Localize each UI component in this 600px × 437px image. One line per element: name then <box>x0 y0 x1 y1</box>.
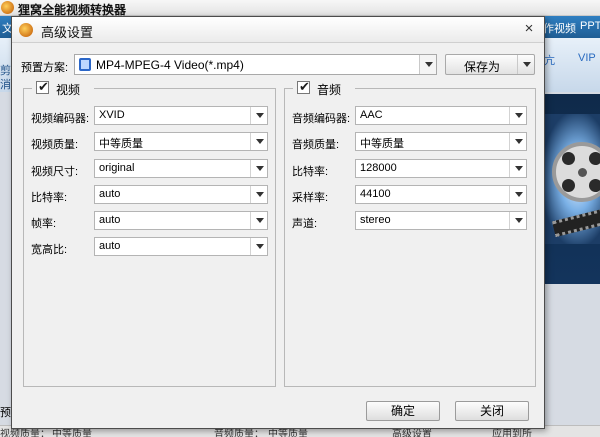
dialog-title: 高级设置 <box>41 25 94 40</box>
save-as-button[interactable]: 保存为 <box>445 54 535 75</box>
audio-bitrate-value: 128000 <box>360 162 397 174</box>
reel-hub <box>578 168 587 177</box>
video-quality-select[interactable]: 中等质量 <box>94 132 268 151</box>
app-titlebar: 狸窝全能视频转换器 <box>0 0 600 17</box>
sample-rate-select[interactable]: 44100 <box>355 185 527 204</box>
video-enable-checkbox[interactable]: ✔ <box>36 79 49 94</box>
chevron-down-icon <box>256 166 264 171</box>
frame-rate-select[interactable]: auto <box>94 211 268 230</box>
aspect-ratio-dropdown-button[interactable] <box>250 238 267 255</box>
preset-select[interactable]: MP4-MPEG-4 Video(*.mp4) <box>74 54 437 75</box>
video-size-select[interactable]: original <box>94 159 268 178</box>
menu-item-ppt[interactable]: PPT <box>580 20 600 32</box>
chevron-down-icon <box>256 139 264 144</box>
check-icon: ✔ <box>38 79 49 94</box>
aspect-ratio-value: auto <box>99 240 121 252</box>
video-group-header[interactable]: ✔ 视频 <box>32 79 94 97</box>
audio-codec-select[interactable]: AAC <box>355 106 527 125</box>
sample-rate-label: 采样率: <box>292 192 329 204</box>
chevron-down-icon <box>523 62 531 67</box>
frame-rate-label: 帧率: <box>31 218 57 230</box>
frame-rate-dropdown-button[interactable] <box>250 212 267 229</box>
reel-hole <box>589 179 600 192</box>
video-size-label: 视频尺寸: <box>31 166 79 178</box>
chevron-down-icon <box>425 62 433 67</box>
video-size-value: original <box>99 162 135 174</box>
video-codec-select[interactable]: XVID <box>94 106 268 125</box>
audio-bitrate-label: 比特率: <box>292 166 329 178</box>
app-logo-icon <box>19 23 33 37</box>
video-codec-label: 视频编码器: <box>31 113 90 125</box>
audio-group-header[interactable]: ✔ 音频 <box>293 79 355 97</box>
audio-codec-dropdown-button[interactable] <box>509 107 526 124</box>
channels-label: 声道: <box>292 218 318 230</box>
save-as-label: 保存为 <box>464 60 501 74</box>
sample-rate-dropdown-button[interactable] <box>509 186 526 203</box>
audio-quality-value: 中等质量 <box>360 138 404 150</box>
chevron-down-icon <box>256 113 264 118</box>
video-settings-group: ✔ 视频 视频编码器: XVID 视频质量: 中等质量 视频尺寸: origin… <box>23 79 276 387</box>
reel-hole <box>589 152 600 165</box>
preview-panel <box>543 94 600 284</box>
video-codec-value: XVID <box>99 109 125 121</box>
audio-bitrate-dropdown-button[interactable] <box>509 160 526 177</box>
check-icon: ✔ <box>299 79 310 94</box>
app-preset-label-partial: 预 <box>0 407 11 419</box>
preset-value: MP4-MPEG-4 Video(*.mp4) <box>96 58 244 72</box>
menu-item-make-video[interactable]: 作视频 <box>543 20 576 36</box>
channels-value: stereo <box>360 214 391 226</box>
ok-button[interactable]: 确定 <box>366 401 440 421</box>
aspect-ratio-label: 宽高比: <box>31 244 68 256</box>
toolbar-link-vip[interactable]: VIP <box>578 52 596 64</box>
chevron-down-icon <box>515 218 523 223</box>
audio-quality-dropdown-button[interactable] <box>509 133 526 150</box>
app-logo-icon <box>1 1 14 14</box>
video-bitrate-label: 比特率: <box>31 192 68 204</box>
chevron-down-icon <box>256 218 264 223</box>
chevron-down-icon <box>256 192 264 197</box>
audio-bitrate-select[interactable]: 128000 <box>355 159 527 178</box>
video-quality-label: 视频质量: <box>31 139 79 151</box>
sample-rate-value: 44100 <box>360 188 391 200</box>
video-file-icon <box>79 58 91 71</box>
audio-quality-label: 音频质量: <box>292 139 340 151</box>
chevron-down-icon <box>515 139 523 144</box>
video-quality-value: 中等质量 <box>99 138 143 150</box>
preset-label: 预置方案: <box>21 62 69 74</box>
close-button[interactable]: × <box>520 20 538 38</box>
video-bitrate-value: auto <box>99 188 121 200</box>
advanced-settings-dialog: 高级设置 × 预置方案: MP4-MPEG-4 Video(*.mp4) 保存为… <box>11 16 545 429</box>
video-group-title: 视频 <box>56 83 81 97</box>
audio-codec-value: AAC <box>360 109 383 121</box>
audio-codec-label: 音频编码器: <box>292 113 351 125</box>
sidebar-item-remove[interactable]: 消 <box>0 76 11 92</box>
frame-rate-value: auto <box>99 214 121 226</box>
audio-group-title: 音频 <box>317 83 342 97</box>
chevron-down-icon <box>515 166 523 171</box>
channels-select[interactable]: stereo <box>355 211 527 230</box>
audio-enable-checkbox[interactable]: ✔ <box>297 79 310 94</box>
close-dialog-button[interactable]: 关闭 <box>455 401 529 421</box>
toolbar-link-partial[interactable]: 亢 <box>544 52 555 68</box>
chevron-down-icon <box>515 192 523 197</box>
channels-dropdown-button[interactable] <box>509 212 526 229</box>
audio-settings-group: ✔ 音频 音频编码器: AAC 音频质量: 中等质量 比特率: 128000 采… <box>284 79 536 387</box>
video-codec-dropdown-button[interactable] <box>250 107 267 124</box>
save-as-dropdown-button[interactable] <box>517 55 534 74</box>
aspect-ratio-select[interactable]: auto <box>94 237 268 256</box>
preset-dropdown-button[interactable] <box>419 55 436 74</box>
audio-quality-select[interactable]: 中等质量 <box>355 132 527 151</box>
video-quality-dropdown-button[interactable] <box>250 133 267 150</box>
chevron-down-icon <box>515 113 523 118</box>
reel-hole <box>562 152 575 165</box>
chevron-down-icon <box>256 244 264 249</box>
reel-hole <box>562 179 575 192</box>
video-bitrate-select[interactable]: auto <box>94 185 268 204</box>
video-bitrate-dropdown-button[interactable] <box>250 186 267 203</box>
video-size-dropdown-button[interactable] <box>250 160 267 177</box>
dialog-titlebar[interactable]: 高级设置 × <box>12 17 544 43</box>
